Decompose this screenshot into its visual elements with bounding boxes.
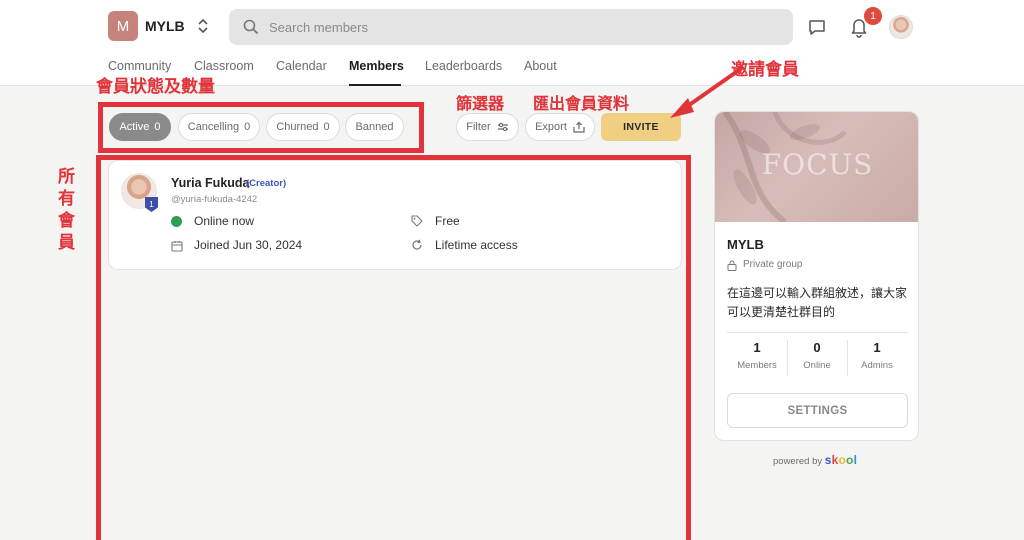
notification-badge: 1 — [864, 7, 882, 25]
skool-logo-letter: o — [846, 453, 854, 467]
search-icon — [243, 19, 259, 35]
tab-calendar[interactable]: Calendar — [276, 58, 348, 86]
chat-icon[interactable] — [807, 17, 827, 37]
annotation-box-members — [96, 155, 691, 540]
stat-value: 1 — [753, 340, 761, 355]
powered-by[interactable]: powered by skool — [773, 453, 857, 467]
annotation-member-status: 會員狀態及數量 — [96, 77, 215, 97]
privacy-label: Private group — [743, 259, 803, 270]
group-info-card: FOCUS MYLB Private group 在這邊可以輸入群組敘述，讓大家… — [714, 111, 919, 441]
export-button[interactable]: Export — [525, 113, 595, 141]
filter-label: Filter — [466, 121, 491, 133]
user-avatar[interactable] — [889, 15, 913, 39]
skool-logo: skool — [825, 453, 857, 467]
annotation-arrow — [670, 66, 744, 118]
skool-logo-letter: k — [831, 453, 839, 467]
skool-logo-letter: s — [824, 453, 832, 467]
export-icon — [573, 121, 585, 133]
stat-value: 1 — [873, 340, 881, 355]
lock-icon — [727, 260, 737, 271]
group-title: MYLB — [727, 237, 764, 252]
export-label: Export — [535, 121, 567, 133]
tab-members[interactable]: Members — [349, 58, 404, 86]
stat-online: 0 Online — [787, 340, 847, 371]
group-description: 在這邊可以輸入群組敘述，讓大家可以更清楚社群目的 — [727, 286, 908, 319]
tab-leaderboards[interactable]: Leaderboards — [425, 58, 524, 86]
skool-logo-letter: l — [853, 453, 858, 467]
tab-about[interactable]: About — [524, 58, 564, 86]
annotation-box-status — [98, 102, 424, 153]
powered-by-label: powered by — [773, 456, 823, 467]
search-input[interactable] — [269, 9, 769, 45]
annotation-filter: 篩選器 — [456, 94, 505, 113]
stat-label: Members — [737, 360, 777, 371]
sliders-icon — [497, 122, 508, 132]
chevron-up-down-icon[interactable] — [196, 17, 210, 35]
search-bar[interactable] — [229, 9, 793, 45]
group-name[interactable]: MYLB — [145, 18, 185, 34]
cover-title: FOCUS — [761, 148, 874, 181]
stat-value: 0 — [813, 340, 821, 355]
annotation-all-members: 所有會員 — [58, 167, 75, 253]
group-cover-image: FOCUS — [715, 112, 918, 222]
annotation-export: 匯出會員資料 — [533, 94, 630, 113]
stat-label: Admins — [861, 360, 893, 371]
stats-divider — [727, 332, 908, 333]
filter-button[interactable]: Filter — [456, 113, 519, 141]
stat-label: Online — [803, 360, 831, 371]
settings-button[interactable]: SETTINGS — [727, 393, 908, 428]
group-logo[interactable]: M — [108, 11, 138, 41]
stat-members: 1 Members — [727, 340, 787, 371]
skool-logo-letter: o — [838, 453, 847, 467]
stat-admins: 1 Admins — [847, 340, 907, 371]
